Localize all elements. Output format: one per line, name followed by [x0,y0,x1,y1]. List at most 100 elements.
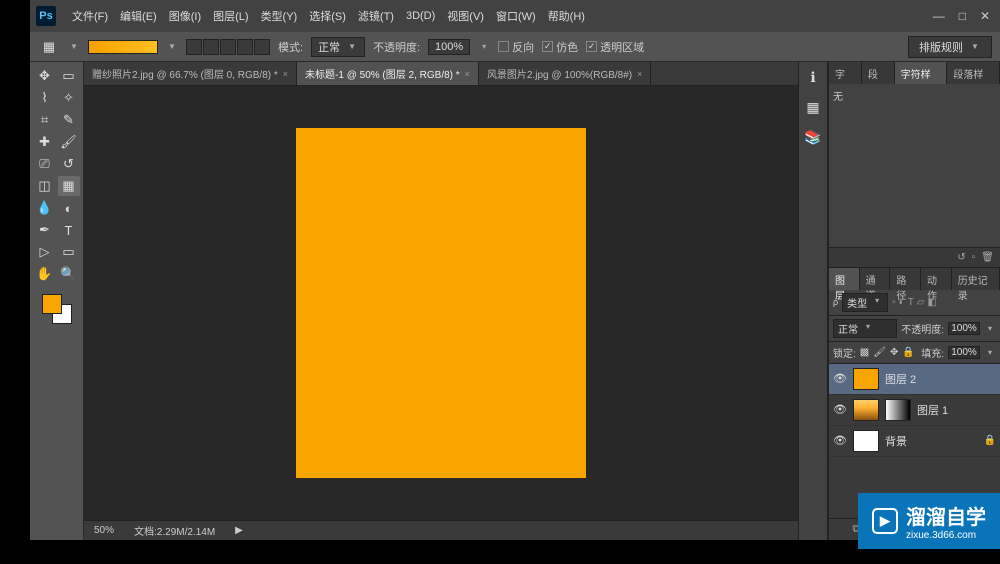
menu-view[interactable]: 视图(V) [441,4,490,28]
brush-tool[interactable]: 🖌 [58,132,80,152]
hand-tool[interactable]: ✋ [34,264,56,284]
eyedropper-tool[interactable]: ✎ [58,110,80,130]
blend-mode-select[interactable]: 正常 ▼ [311,37,365,57]
style-none[interactable]: 无 [833,88,996,103]
menu-layer[interactable]: 图层(L) [207,4,254,28]
color-swatches[interactable] [42,294,72,324]
layer-name[interactable]: 背景 [885,433,907,449]
delete-style-icon[interactable]: 🗑 [981,252,994,263]
dither-checkbox[interactable]: ✓仿色 [542,39,578,55]
layer-blend-select[interactable]: 正常▾ [833,319,897,338]
move-tool[interactable]: ✥ [34,66,56,86]
layer-row-2[interactable]: 👁 图层 2 [829,364,1000,395]
gradient-picker-dropdown-icon[interactable]: ▼ [166,41,178,53]
layer-kind-select[interactable]: 类型▾ [842,293,888,312]
layer-opacity-input[interactable]: 100% [948,322,980,335]
document-tab-0[interactable]: 赠纱照片2.jpg @ 66.7% (图层 0, RGB/8) *× [84,62,297,85]
tab-history[interactable]: 历史记录 [952,268,1000,290]
shape-tool[interactable]: ▭ [58,242,80,262]
opacity-input[interactable]: 100% [428,39,470,55]
window-close-icon[interactable]: ✕ [980,9,990,23]
libraries-panel-icon[interactable]: 📚 [804,128,822,146]
blur-tool[interactable]: 💧 [34,198,56,218]
layer-name[interactable]: 图层 2 [885,371,916,387]
history-brush-tool[interactable]: ↺ [58,154,80,174]
lock-pixels-icon[interactable]: 🖌 [873,347,886,358]
chevron-down-icon[interactable]: ▾ [984,322,996,334]
filter-type-icon[interactable]: T [908,297,914,308]
tab-paragraph-styles[interactable]: 段落样式 [947,62,1000,84]
dodge-tool[interactable]: ◐ [58,198,80,218]
tool-preset-dropdown-icon[interactable]: ▼ [68,41,80,53]
gradient-tool[interactable]: ▦ [58,176,80,196]
tab-channels[interactable]: 通道 [860,268,891,290]
opacity-flyout-icon[interactable]: ▾ [478,41,490,53]
workspace-switcher[interactable]: 排版规则 ▼ [908,36,992,58]
magic-wand-tool[interactable]: ✧ [58,88,80,108]
layer-thumbnail[interactable] [853,368,879,390]
zoom-level[interactable]: 50% [94,525,114,536]
marquee-tool[interactable]: ▭ [58,66,80,86]
gradient-angle-button[interactable] [220,39,236,55]
pen-tool[interactable]: ✒ [34,220,56,240]
visibility-icon[interactable]: 👁 [833,372,847,385]
filter-shape-icon[interactable]: ▱ [917,297,925,308]
canvas-viewport[interactable] [84,86,798,520]
healing-tool[interactable]: ✚ [34,132,56,152]
crop-tool[interactable]: ⌗ [34,110,56,130]
layer-thumbnail[interactable] [853,430,879,452]
tab-actions[interactable]: 动作 [921,268,952,290]
stamp-tool[interactable]: ⎚ [34,154,56,174]
visibility-icon[interactable]: 👁 [833,403,847,416]
menu-3d[interactable]: 3D(D) [400,6,441,26]
menu-type[interactable]: 类型(Y) [255,4,304,28]
document-tab-2[interactable]: 风景图片2.jpg @ 100%(RGB/8#)× [479,62,651,85]
status-flyout-icon[interactable]: ▶ [235,525,243,536]
eraser-tool[interactable]: ◫ [34,176,56,196]
menu-help[interactable]: 帮助(H) [542,4,591,28]
chevron-down-icon[interactable]: ▾ [984,346,996,358]
menu-window[interactable]: 窗口(W) [490,4,542,28]
swatches-panel-icon[interactable]: ▦ [804,98,822,116]
layer-name[interactable]: 图层 1 [917,402,948,418]
tab-character[interactable]: 字符 [829,62,862,84]
filter-adjust-icon[interactable]: ◐ [899,297,905,308]
menu-file[interactable]: 文件(F) [66,4,114,28]
type-tool[interactable]: T [58,220,80,240]
menu-select[interactable]: 选择(S) [303,4,352,28]
gradient-radial-button[interactable] [203,39,219,55]
foreground-color-swatch[interactable] [42,294,62,314]
tab-paths[interactable]: 路径 [890,268,921,290]
layer-mask-thumbnail[interactable] [885,399,911,421]
tab-character-styles[interactable]: 字符样式 [895,62,948,84]
filter-pixel-icon[interactable]: ▫ [892,297,896,308]
clear-override-icon[interactable]: ↺ [957,252,965,263]
tab-layers[interactable]: 图层 [829,268,860,290]
layer-row-background[interactable]: 👁 背景 🔒 [829,426,1000,457]
transparency-checkbox[interactable]: ✓透明区域 [586,39,644,55]
window-minimize-icon[interactable]: — [933,9,945,23]
gradient-diamond-button[interactable] [254,39,270,55]
info-panel-icon[interactable]: ℹ [804,68,822,86]
filter-smart-icon[interactable]: ◧ [928,297,937,308]
layer-thumbnail[interactable] [853,399,879,421]
gradient-tool-icon[interactable]: ▦ [38,37,60,57]
zoom-tool[interactable]: 🔍 [58,264,80,284]
close-icon[interactable]: × [465,69,470,79]
window-maximize-icon[interactable]: □ [959,9,966,23]
lock-position-icon[interactable]: ✥ [890,347,898,358]
menu-image[interactable]: 图像(I) [163,4,207,28]
tab-paragraph[interactable]: 段落 [862,62,895,84]
lasso-tool[interactable]: ⌇ [34,88,56,108]
document-tab-1[interactable]: 未标题-1 @ 50% (图层 2, RGB/8) *× [297,62,479,85]
close-icon[interactable]: × [637,69,642,79]
reverse-checkbox[interactable]: 反向 [498,39,534,55]
layer-fill-input[interactable]: 100% [948,346,980,359]
menu-filter[interactable]: 滤镜(T) [352,4,400,28]
gradient-reflected-button[interactable] [237,39,253,55]
layer-row-1[interactable]: 👁 图层 1 [829,395,1000,426]
gradient-linear-button[interactable] [186,39,202,55]
doc-size-info[interactable]: 文档:2.29M/2.14M [134,523,215,538]
path-select-tool[interactable]: ▷ [34,242,56,262]
close-icon[interactable]: × [283,69,288,79]
